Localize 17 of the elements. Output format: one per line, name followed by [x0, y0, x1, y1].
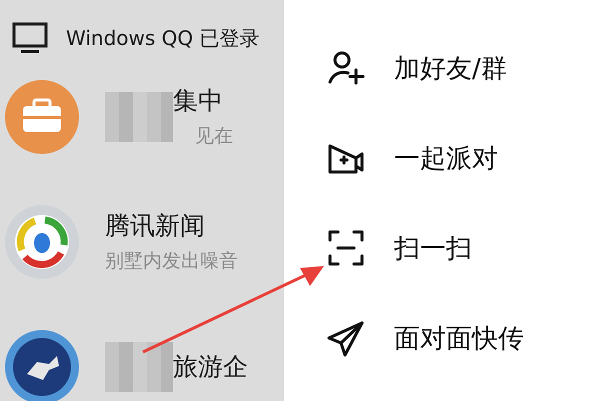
briefcase-avatar-icon [5, 80, 79, 154]
menu-item[interactable]: 加好友/群 [326, 40, 598, 96]
menu-item[interactable]: 扫一扫 [326, 220, 598, 276]
news-logo-avatar-icon [5, 204, 79, 278]
monitor-icon [12, 22, 48, 54]
chat-title: 旅游企 [173, 351, 248, 383]
menu-item[interactable]: 面对面快传 [326, 310, 598, 366]
device-login-text: Windows QQ 已登录 [66, 24, 260, 52]
menu-item[interactable]: 一起派对 [326, 130, 598, 186]
chat-title: 腾讯新闻 [105, 210, 206, 242]
chat-row[interactable]: 旅游企 [0, 304, 284, 401]
chat-row[interactable]: 腾讯新闻 别墅内发出噪音 [0, 179, 284, 304]
scan-icon [326, 228, 366, 268]
chat-preview: 别墅内发出噪音 [105, 249, 238, 274]
chat-title: 集中 [173, 85, 224, 117]
chat-row[interactable]: 集中 见在 [0, 54, 284, 179]
chat-preview: 见在 [194, 124, 233, 149]
